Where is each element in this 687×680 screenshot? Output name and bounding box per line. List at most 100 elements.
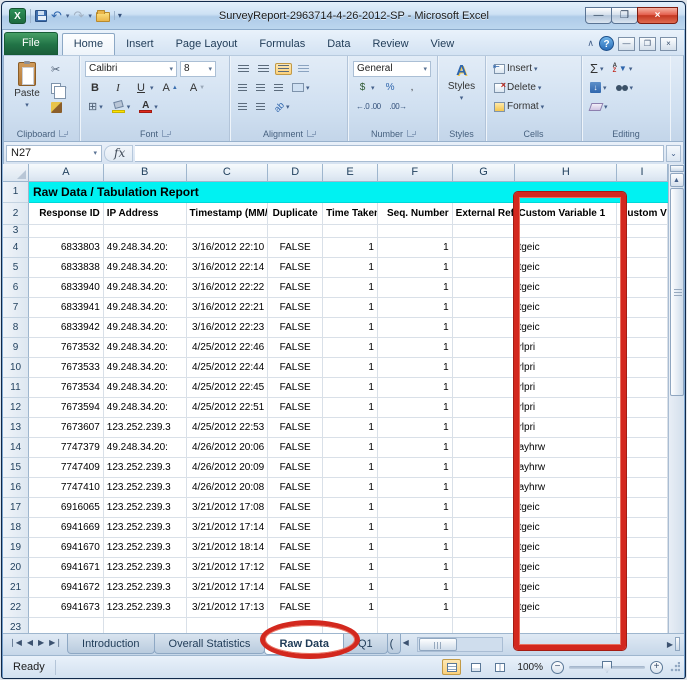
maximize-button[interactable]: ❐ <box>611 7 638 24</box>
cell[interactable] <box>453 225 516 238</box>
undo-dropdown-icon[interactable]: ▾ <box>66 12 70 20</box>
cell[interactable] <box>617 318 668 338</box>
sheet-tab-q1[interactable]: Q1 <box>343 634 388 654</box>
cell[interactable] <box>104 225 187 238</box>
cell[interactable]: 7673533 <box>29 358 104 378</box>
cell[interactable]: 1 <box>323 398 378 418</box>
cell[interactable]: 123.252.239.3 <box>104 558 187 578</box>
excel-logo-icon[interactable]: X <box>9 8 26 24</box>
cell[interactable]: 123.252.239.3 <box>104 498 187 518</box>
cell[interactable] <box>268 618 323 633</box>
format-cells-button[interactable]: Format▾ <box>491 99 547 114</box>
cell[interactable]: 4/26/2012 20:08 <box>187 478 269 498</box>
row-header-21[interactable]: 21 <box>3 578 29 598</box>
cell[interactable] <box>453 318 516 338</box>
tab-page-layout[interactable]: Page Layout <box>165 34 249 55</box>
row-header-6[interactable]: 6 <box>3 278 29 298</box>
cell[interactable]: tgeic <box>515 258 617 278</box>
cell[interactable]: 7747409 <box>29 458 104 478</box>
cell[interactable] <box>617 398 668 418</box>
delete-cells-button[interactable]: Delete▾ <box>491 80 544 95</box>
cell[interactable]: 1 <box>323 318 378 338</box>
cell[interactable] <box>453 298 516 318</box>
first-sheet-icon[interactable]: ❘◀ <box>7 637 24 648</box>
cell[interactable]: 1 <box>378 338 453 358</box>
cell[interactable]: 1 <box>323 238 378 258</box>
cell[interactable]: 49.248.34.20: <box>104 358 187 378</box>
row-header-10[interactable]: 10 <box>3 358 29 378</box>
cell[interactable]: 49.248.34.20: <box>104 378 187 398</box>
tab-insert[interactable]: Insert <box>115 34 165 55</box>
row-header-20[interactable]: 20 <box>3 558 29 578</box>
cell[interactable]: 4/25/2012 22:44 <box>187 358 269 378</box>
cut-button[interactable]: ✂ <box>48 61 63 78</box>
zoom-in-icon[interactable]: + <box>650 661 663 674</box>
cell[interactable]: 4/26/2012 20:09 <box>187 458 269 478</box>
cell[interactable]: 1 <box>378 498 453 518</box>
column-header-A[interactable]: A <box>29 164 104 182</box>
cell[interactable] <box>378 225 453 238</box>
column-header-I[interactable]: I <box>617 164 668 182</box>
cell[interactable]: FALSE <box>268 498 323 518</box>
row-header-14[interactable]: 14 <box>3 438 29 458</box>
increase-indent-button[interactable] <box>253 101 268 113</box>
sheet-tab-raw-data[interactable]: Raw Data <box>264 634 344 655</box>
alignment-dialog-launcher-icon[interactable] <box>307 130 314 137</box>
column-header-E[interactable]: E <box>323 164 378 182</box>
middle-align-button[interactable] <box>255 63 272 75</box>
row-header-2[interactable]: 2 <box>3 203 29 225</box>
cell[interactable]: IP Address <box>104 203 187 225</box>
row-header-18[interactable]: 18 <box>3 518 29 538</box>
row-header-8[interactable]: 8 <box>3 318 29 338</box>
cell[interactable]: FALSE <box>268 538 323 558</box>
cell[interactable]: 49.248.34.20: <box>104 398 187 418</box>
cell[interactable]: 3/16/2012 22:10 <box>187 238 269 258</box>
horizontal-scroll-thumb[interactable] <box>419 638 457 651</box>
select-all-corner[interactable] <box>3 164 29 182</box>
redo-icon[interactable]: ↷ <box>73 10 84 22</box>
cell[interactable]: 1 <box>323 278 378 298</box>
cell[interactable]: 1 <box>323 558 378 578</box>
cell[interactable] <box>515 618 617 633</box>
row-header-19[interactable]: 19 <box>3 538 29 558</box>
insert-cells-button[interactable]: Insert▾ <box>491 61 541 76</box>
zoom-level[interactable]: 100% <box>514 662 546 673</box>
orientation-button[interactable]: ab▾ <box>271 100 293 114</box>
formula-input[interactable] <box>135 145 664 162</box>
cell[interactable]: Custom V <box>617 203 668 225</box>
row-header-16[interactable]: 16 <box>3 478 29 498</box>
grow-font-button[interactable]: A▲ <box>160 80 184 96</box>
cell[interactable] <box>617 438 668 458</box>
cell[interactable]: tgeic <box>515 298 617 318</box>
row-header-12[interactable]: 12 <box>3 398 29 418</box>
cell[interactable]: External Referer <box>453 203 516 225</box>
cell[interactable]: 1 <box>378 438 453 458</box>
bottom-align-button[interactable] <box>275 63 292 75</box>
normal-view-button[interactable] <box>442 659 461 675</box>
cell[interactable]: 3/21/2012 17:08 <box>187 498 269 518</box>
cell[interactable]: 6833942 <box>29 318 104 338</box>
next-sheet-icon[interactable]: ▶ <box>36 637 46 648</box>
cell[interactable]: 3/21/2012 17:13 <box>187 598 269 618</box>
cell[interactable] <box>617 538 668 558</box>
format-painter-button[interactable] <box>48 100 65 115</box>
cell[interactable]: 1 <box>323 578 378 598</box>
cell[interactable]: FALSE <box>268 358 323 378</box>
cell[interactable]: tgeic <box>515 238 617 258</box>
cell[interactable]: 7747410 <box>29 478 104 498</box>
cell[interactable] <box>453 418 516 438</box>
font-size-select[interactable]: 8▾ <box>180 61 216 77</box>
cell[interactable]: 123.252.239.3 <box>104 598 187 618</box>
cell[interactable]: ayhrw <box>515 478 617 498</box>
column-header-G[interactable]: G <box>453 164 516 182</box>
align-left-button[interactable] <box>235 82 250 94</box>
undo-icon[interactable]: ↶ <box>51 10 62 22</box>
cell[interactable]: 1 <box>323 258 378 278</box>
cell[interactable]: 1 <box>378 298 453 318</box>
cell[interactable]: 1 <box>378 578 453 598</box>
cell[interactable]: 49.248.34.20: <box>104 338 187 358</box>
tab-data[interactable]: Data <box>316 34 361 55</box>
percent-style-button[interactable]: % <box>381 80 400 95</box>
minimize-ribbon-icon[interactable]: ∧ <box>587 38 594 49</box>
cell[interactable] <box>453 438 516 458</box>
